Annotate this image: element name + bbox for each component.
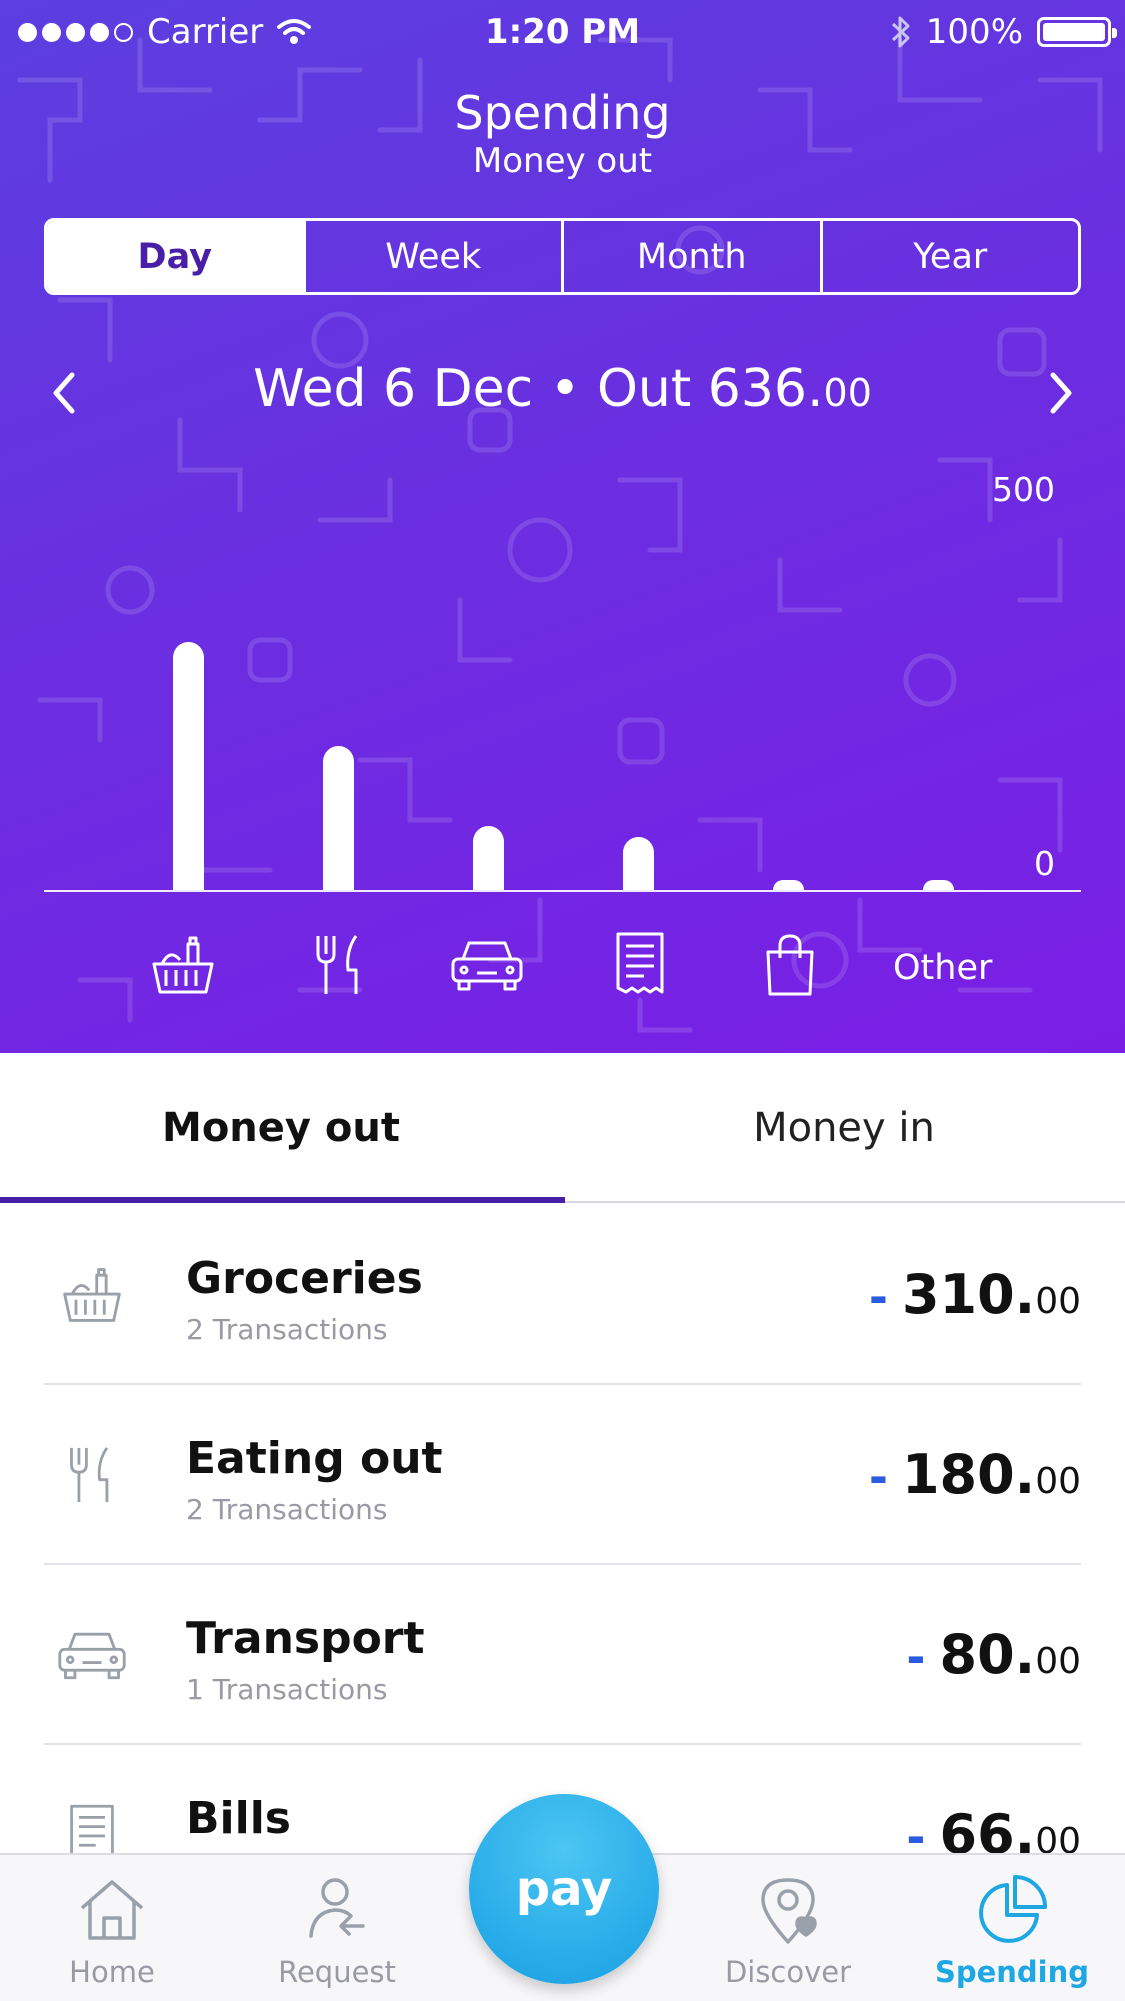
selected-date: Wed 6 Dec — [253, 359, 534, 419]
pay-button[interactable]: pay — [469, 1794, 659, 1984]
minus-sign: - — [868, 1270, 888, 1324]
y-axis-min-label: 0 — [1034, 844, 1055, 883]
eating-out-icon[interactable] — [300, 930, 380, 1000]
category-name: Eating out — [186, 1433, 443, 1484]
amount-decimals: 00 — [1035, 1281, 1081, 1322]
date-summary: Wed 6 Dec • Out 636.00 — [0, 359, 1125, 419]
bills-icon[interactable] — [600, 930, 680, 1000]
period-day-button[interactable]: Day — [47, 221, 303, 292]
amount-whole: 180. — [901, 1443, 1036, 1506]
tab-spending-label: Spending — [934, 1955, 1090, 1989]
tab-request-label: Request — [278, 1955, 396, 1989]
battery-percentage: 100% — [925, 12, 1023, 52]
period-month-button[interactable]: Month — [561, 221, 820, 292]
minus-sign: - — [868, 1450, 888, 1504]
y-axis-max-label: 500 — [992, 470, 1055, 509]
total-out-decimals: 00 — [823, 371, 872, 415]
bluetooth-icon — [891, 16, 910, 48]
bar-bills[interactable] — [623, 837, 654, 890]
period-week-button[interactable]: Week — [302, 221, 562, 292]
category-amount: -310.00 — [869, 1263, 1081, 1326]
request-icon — [237, 1865, 437, 1955]
tab-money-in[interactable]: Money in — [563, 1053, 1125, 1203]
tab-discover[interactable]: Discover — [688, 1865, 888, 1989]
tab-spending[interactable]: Spending — [912, 1865, 1112, 1989]
bar-eating-out[interactable] — [323, 746, 354, 890]
battery-icon — [1037, 17, 1117, 47]
page-subtitle: Money out — [472, 141, 653, 181]
tab-home-label: Home — [69, 1955, 155, 1989]
groceries-icon — [52, 1255, 132, 1335]
period-year-button[interactable]: Year — [819, 221, 1079, 292]
amount-whole: 310. — [901, 1263, 1036, 1326]
total-out-label: Out 636. — [596, 359, 824, 419]
transaction-count: 2 Transactions — [186, 1493, 388, 1526]
date-separator: • — [549, 359, 581, 419]
minus-sign: - — [906, 1630, 926, 1684]
eating-out-icon — [52, 1435, 132, 1515]
transaction-count: 1 Transactions — [186, 1673, 388, 1706]
next-day-button[interactable] — [1031, 363, 1091, 423]
amount-decimals: 00 — [1035, 1461, 1081, 1502]
transport-icon — [52, 1615, 132, 1695]
bar-groceries[interactable] — [173, 642, 204, 890]
amount-whole: 80. — [939, 1623, 1036, 1686]
tab-money-out[interactable]: Money out — [0, 1053, 562, 1203]
spending-bar-chart: 500 0 Other — [0, 460, 1125, 1020]
page-title: Spending — [454, 86, 671, 140]
status-bar-right: 100% — [890, 12, 1117, 52]
pie-chart-icon — [912, 1865, 1112, 1955]
status-bar: Carrier 1:20 PM 100% — [0, 0, 1125, 62]
home-icon — [12, 1865, 212, 1955]
list-item[interactable]: Transport 1 Transactions -80.00 — [44, 1565, 1081, 1745]
other-category-label[interactable]: Other — [893, 948, 992, 988]
chevron-right-icon — [1050, 372, 1072, 414]
category-name: Groceries — [186, 1253, 423, 1304]
tab-discover-label: Discover — [724, 1955, 852, 1989]
bar-transport[interactable] — [473, 826, 504, 890]
transaction-count: 2 Transactions — [186, 1313, 388, 1346]
category-amount: -180.00 — [869, 1443, 1081, 1506]
category-name: Bills — [186, 1793, 291, 1844]
tab-home[interactable]: Home — [12, 1865, 212, 1989]
groceries-icon[interactable] — [143, 930, 223, 1000]
amount-decimals: 00 — [1035, 1641, 1081, 1682]
transport-icon[interactable] — [447, 930, 527, 1000]
bar-shopping[interactable] — [773, 880, 804, 890]
chart-baseline — [44, 890, 1081, 892]
bar-other[interactable] — [923, 880, 954, 890]
tab-request[interactable]: Request — [237, 1865, 437, 1989]
category-amount: -80.00 — [906, 1623, 1081, 1686]
shopping-icon[interactable] — [750, 930, 830, 1000]
list-item[interactable]: Eating out 2 Transactions -180.00 — [44, 1385, 1081, 1565]
location-heart-icon — [688, 1865, 888, 1955]
list-item[interactable]: Groceries 2 Transactions -310.00 — [44, 1205, 1081, 1385]
category-name: Transport — [186, 1613, 425, 1664]
active-tab-indicator — [0, 1197, 565, 1203]
date-navigation: Wed 6 Dec • Out 636.00 — [0, 355, 1125, 427]
period-segmented-control: Day Week Month Year — [44, 218, 1081, 295]
spending-header: Carrier 1:20 PM 100% Spending Money out … — [0, 0, 1125, 1053]
money-direction-tabs: Money out Money in — [0, 1053, 1125, 1203]
